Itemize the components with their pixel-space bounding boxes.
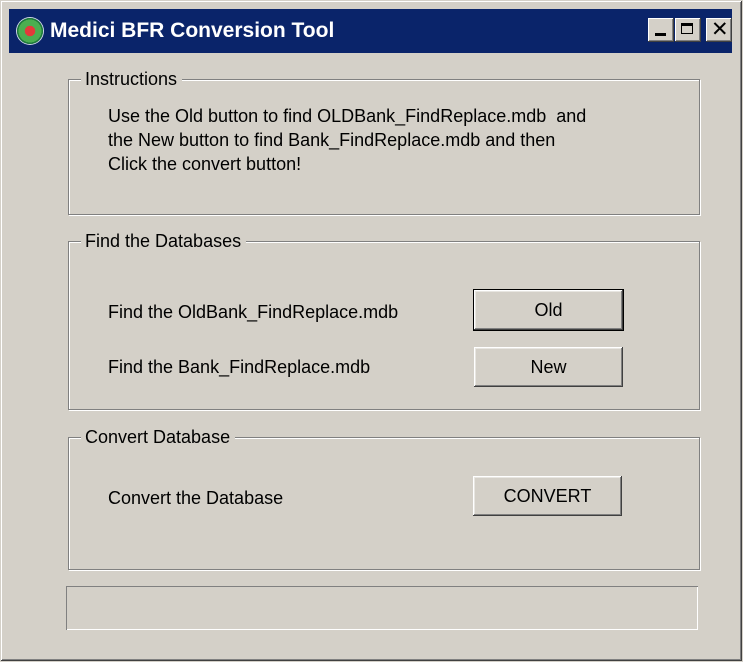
convert-database-group-label: Convert Database bbox=[81, 426, 236, 448]
convert-button[interactable]: CONVERT bbox=[473, 476, 622, 516]
minimize-icon bbox=[655, 33, 666, 36]
convert-database-label: Convert the Database bbox=[108, 488, 284, 508]
old-database-label: Find the OldBank_FindReplace.mdb bbox=[108, 302, 399, 322]
main-window: Medici BFR Conversion Tool ✕ Instruction… bbox=[0, 0, 743, 662]
close-button[interactable]: ✕ bbox=[706, 18, 732, 42]
new-database-label: Find the Bank_FindReplace.mdb bbox=[108, 357, 371, 377]
maximize-icon bbox=[681, 23, 693, 34]
instructions-line: the New button to find Bank_FindReplace.… bbox=[108, 130, 556, 150]
old-button[interactable]: Old bbox=[473, 289, 624, 331]
instructions-line: Use the Old button to find OLDBank_FindR… bbox=[108, 106, 587, 126]
instructions-text: Use the Old button to find OLDBank_FindR… bbox=[108, 104, 698, 176]
instructions-group-label: Instructions bbox=[81, 68, 183, 90]
window-title: Medici BFR Conversion Tool bbox=[50, 19, 335, 42]
instructions-group: Instructions Use the Old button to find … bbox=[68, 68, 700, 215]
convert-database-group: Convert Database Convert the Database CO… bbox=[68, 426, 700, 570]
instructions-line: Click the convert button! bbox=[108, 154, 302, 174]
status-bar bbox=[66, 586, 698, 630]
new-button[interactable]: New bbox=[474, 347, 623, 387]
medici-app-icon[interactable] bbox=[17, 18, 43, 44]
find-databases-group-label: Find the Databases bbox=[81, 230, 247, 252]
close-icon: ✕ bbox=[711, 17, 729, 41]
minimize-button[interactable] bbox=[648, 18, 674, 42]
find-databases-group: Find the Databases Find the OldBank_Find… bbox=[68, 230, 700, 410]
maximize-button[interactable] bbox=[675, 18, 701, 42]
title-bar[interactable]: Medici BFR Conversion Tool ✕ bbox=[9, 9, 732, 53]
